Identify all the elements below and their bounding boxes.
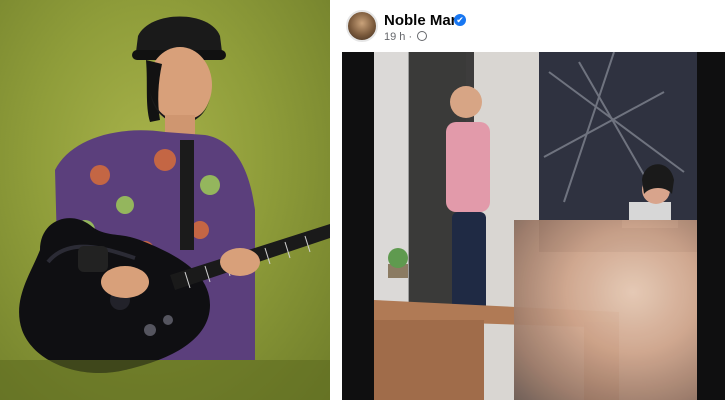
author-name[interactable]: Noble Man [384, 12, 460, 29]
post-header: Noble Man ✔ 19 h · [334, 0, 725, 50]
left-photo-guitarist [0, 0, 330, 400]
author-avatar[interactable] [346, 10, 378, 42]
post-timestamp[interactable]: 19 h [384, 31, 405, 43]
blurred-region [514, 220, 697, 400]
verified-badge-icon: ✔ [454, 14, 466, 26]
post-media[interactable] [342, 52, 725, 400]
globe-icon [417, 31, 428, 41]
post-meta: 19 h · [384, 31, 428, 43]
guitarist-illustration [0, 16, 330, 400]
facebook-post: Noble Man ✔ 19 h · [334, 0, 725, 400]
video-frame[interactable] [374, 52, 697, 400]
meta-separator: · [408, 31, 413, 43]
